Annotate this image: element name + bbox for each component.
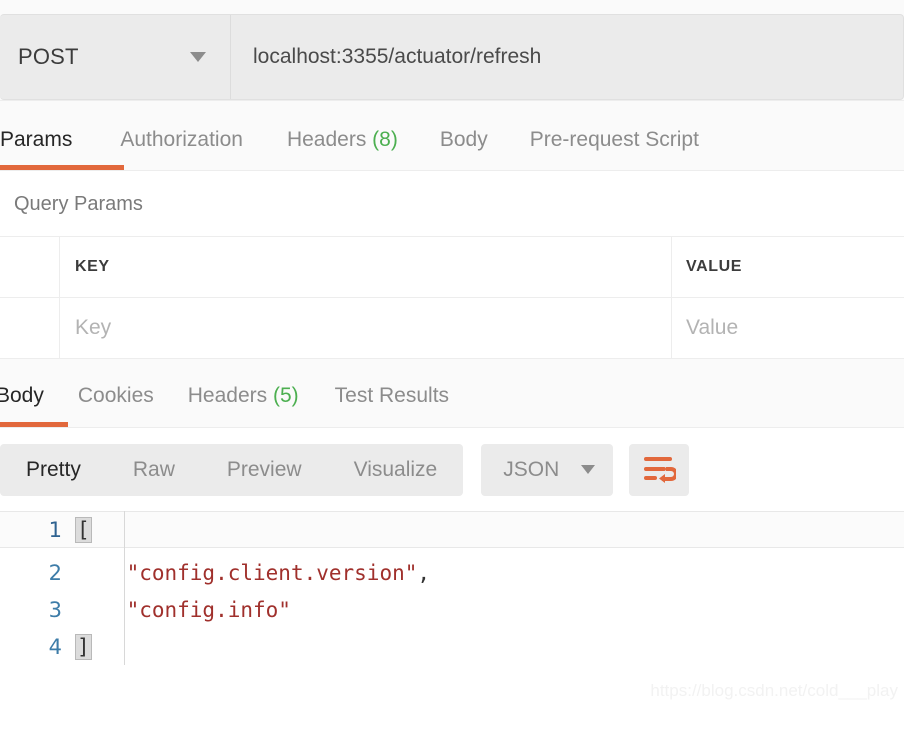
param-key-cell[interactable]: Key <box>60 298 672 358</box>
tab-response-headers-count: (5) <box>272 384 299 407</box>
param-value-cell[interactable]: Value <box>672 298 904 358</box>
line-number: 4 <box>48 634 62 659</box>
wrap-text-button[interactable] <box>629 443 690 496</box>
viewer-empty-space: https://blog.csdn.net/cold___play <box>0 665 904 705</box>
row-checkbox-cell[interactable] <box>0 298 60 358</box>
response-body-viewer[interactable]: 1 [ 2 "config.client.version", 3 "config… <box>0 511 904 665</box>
line-number: 2 <box>48 560 62 585</box>
tab-body-label: Body <box>439 128 488 151</box>
tab-test-results[interactable]: Test Results <box>335 359 449 427</box>
response-view-toolbar: Pretty Raw Preview Visualize JSON <box>0 428 904 511</box>
tab-authorization-label: Authorization <box>120 128 243 151</box>
code-line: 2 "config.client.version", <box>0 554 904 591</box>
tab-response-headers-label: Headers <box>187 384 268 407</box>
request-url-bar-container: POST localhost:3355/actuator/refresh <box>0 0 904 100</box>
tab-body[interactable]: Body <box>440 101 488 171</box>
response-tabs: Body Cookies Headers (5) Test Results <box>0 359 904 428</box>
column-header-value: VALUE <box>686 258 743 275</box>
chevron-down-icon <box>190 52 206 62</box>
tab-response-headers[interactable]: Headers (5) <box>188 359 299 427</box>
tab-response-body-label: Body <box>0 384 44 407</box>
text-wrap-icon <box>644 456 677 483</box>
request-url-input[interactable]: localhost:3355/actuator/refresh <box>231 15 903 99</box>
request-url-bar: POST localhost:3355/actuator/refresh <box>0 14 904 100</box>
line-number: 3 <box>48 597 62 622</box>
query-params-table: KEY VALUE Key Value <box>0 236 904 359</box>
table-header-row: KEY VALUE <box>0 237 904 298</box>
active-response-tab-indicator <box>0 422 68 427</box>
tab-cookies-label: Cookies <box>77 384 154 407</box>
tab-cookies[interactable]: Cookies <box>78 359 154 427</box>
param-key-input[interactable]: Key <box>75 316 111 340</box>
view-mode-segmented-control: Pretty Raw Preview Visualize <box>0 443 464 496</box>
gutter-divider <box>124 511 125 665</box>
json-string-value: "config.info" <box>126 597 291 622</box>
watermark-text: https://blog.csdn.net/cold___play <box>650 681 898 700</box>
json-open-bracket: [ <box>75 516 92 543</box>
tab-test-results-label: Test Results <box>334 384 450 407</box>
param-value-input[interactable]: Value <box>686 316 738 340</box>
tab-headers[interactable]: Headers (8) <box>287 101 398 171</box>
tab-authorization[interactable]: Authorization <box>120 101 243 171</box>
request-tabs: Params Authorization Headers (8) Body Pr… <box>0 100 904 170</box>
query-params-section: Query Params KEY VALUE Key Value <box>0 170 904 359</box>
tab-headers-count: (8) <box>372 128 398 151</box>
select-all-checkbox-cell[interactable] <box>0 237 60 297</box>
json-string-value: "config.client.version" <box>126 560 418 585</box>
code-line: 3 "config.info" <box>0 591 904 628</box>
chevron-down-icon <box>581 465 596 474</box>
code-line: 1 [ <box>0 511 904 548</box>
view-mode-preview[interactable]: Preview <box>201 458 328 482</box>
response-format-dropdown[interactable]: JSON <box>481 443 614 496</box>
line-number: 1 <box>48 517 62 542</box>
tab-pre-request-script[interactable]: Pre-request Script <box>530 101 699 171</box>
table-row: Key Value <box>0 298 904 359</box>
http-method-dropdown[interactable]: POST <box>0 15 231 99</box>
column-header-key: KEY <box>60 237 672 297</box>
view-mode-visualize[interactable]: Visualize <box>328 458 464 482</box>
response-format-label: JSON <box>503 457 560 481</box>
tab-headers-label: Headers <box>286 128 367 151</box>
json-close-bracket: ] <box>75 633 92 660</box>
view-mode-raw[interactable]: Raw <box>107 458 201 482</box>
tab-params-label: Params <box>0 128 73 151</box>
http-method-label: POST <box>18 44 79 69</box>
active-tab-indicator <box>0 165 124 170</box>
view-mode-pretty[interactable]: Pretty <box>0 458 107 482</box>
code-line: 4 ] <box>0 628 904 665</box>
tab-pre-request-script-label: Pre-request Script <box>529 128 699 151</box>
tab-params[interactable]: Params <box>0 101 72 171</box>
query-params-title: Query Params <box>14 193 143 215</box>
json-comma: , <box>417 560 431 585</box>
tab-response-body[interactable]: Body <box>0 359 44 427</box>
